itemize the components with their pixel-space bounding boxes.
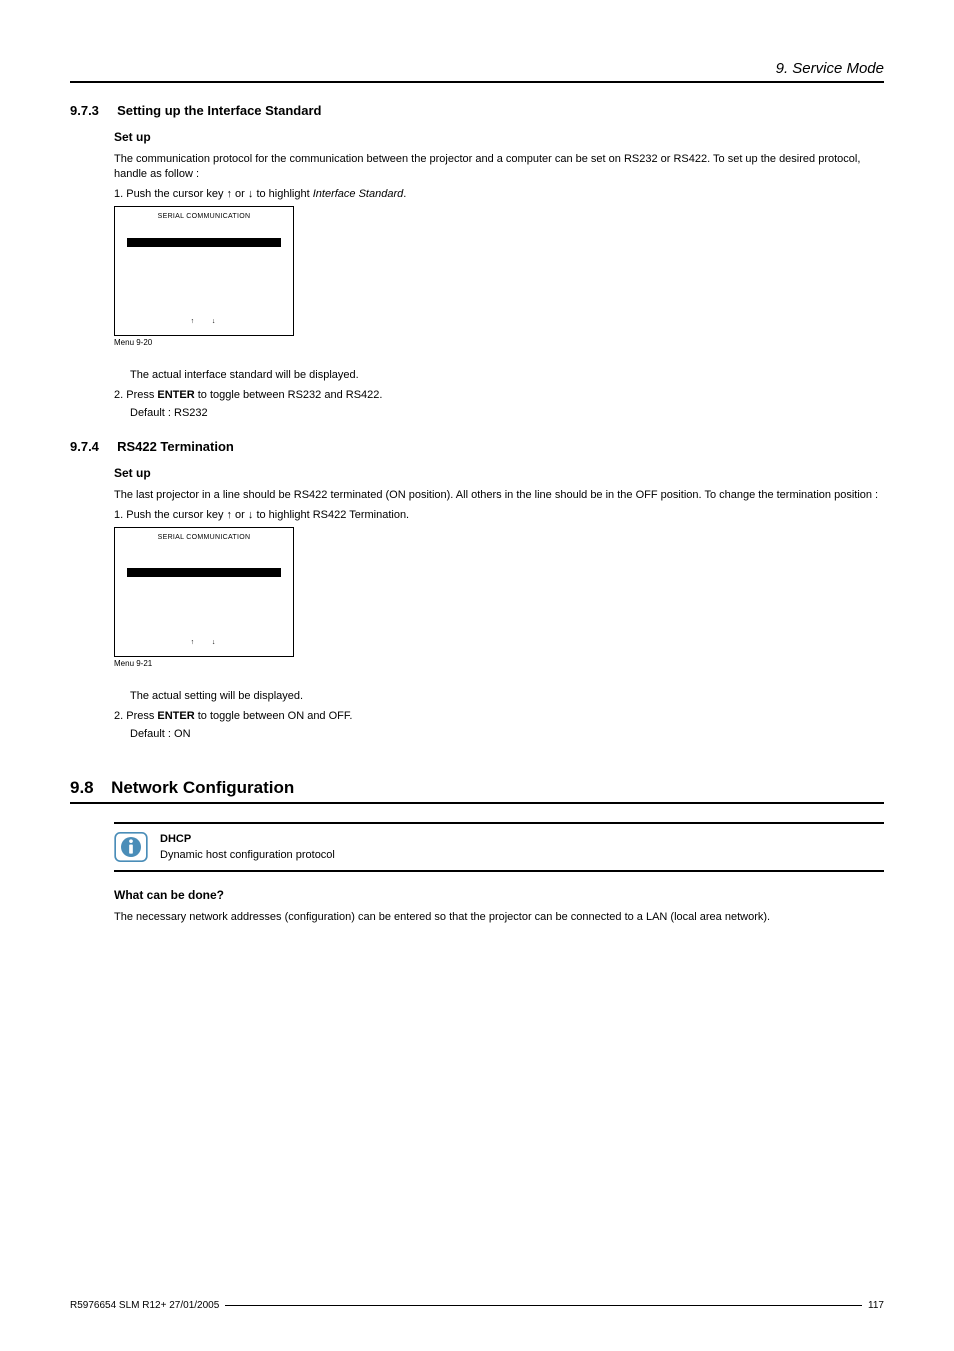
paragraph: The necessary network addresses (configu… (114, 910, 884, 925)
step-suffix: . (403, 188, 406, 200)
step-text: 2. Press (114, 389, 157, 401)
menu-highlight (127, 238, 281, 247)
step-result: The actual setting will be displayed. (130, 690, 884, 702)
info-body: Dynamic host configuration protocol (160, 849, 335, 861)
default-value: Default : RS232 (130, 407, 884, 419)
info-title: DHCP (160, 833, 335, 845)
section-num: 9.7.3 (70, 103, 114, 118)
step-1: 1. Push the cursor key ↑ or ↓ to highlig… (114, 509, 884, 521)
chapter-header: 9. Service Mode (70, 60, 884, 83)
section-num: 9.8 (70, 778, 108, 798)
menu-arrows: ↑ ↓ (115, 318, 293, 327)
step-text: 2. Press (114, 710, 157, 722)
step-text: 1. Push the cursor key ↑ or ↓ to highlig… (114, 188, 313, 200)
step-bold: ENTER (157, 389, 194, 401)
paragraph: The last projector in a line should be R… (114, 488, 884, 503)
menu-box-9-21: SERIAL COMMUNICATION BAUDRATE INTERFACE … (114, 527, 294, 657)
step-2: 2. Press ENTER to toggle between ON and … (114, 710, 884, 722)
step-em: Interface Standard (313, 188, 404, 200)
menu-highlight (127, 568, 281, 577)
footer-page-number: 117 (868, 1300, 884, 1311)
info-text: DHCP Dynamic host configuration protocol (160, 833, 335, 861)
menu-arrows: ↑ ↓ (115, 639, 293, 648)
step-2: 2. Press ENTER to toggle between RS232 a… (114, 389, 884, 401)
menu-caption: Menu 9-21 (114, 659, 884, 668)
setup-subhead: Set up (114, 466, 884, 480)
section-9-7-3-heading: 9.7.3 Setting up the Interface Standard (70, 103, 884, 118)
footer-rule (225, 1305, 862, 1306)
menu-title: SERIAL COMMUNICATION (119, 534, 289, 543)
step-suffix: to toggle between ON and OFF. (195, 710, 353, 722)
step-bold: ENTER (157, 710, 194, 722)
menu-title: SERIAL COMMUNICATION (119, 213, 289, 222)
setup-subhead: Set up (114, 130, 884, 144)
default-value: Default : ON (130, 728, 884, 740)
paragraph: The communication protocol for the commu… (114, 152, 884, 182)
what-can-be-done-subhead: What can be done? (114, 888, 884, 902)
menu-box-9-20: SERIAL COMMUNICATION BAUDRATE RS422 TERM… (114, 206, 294, 336)
step-suffix: to toggle between RS232 and RS422. (195, 389, 383, 401)
info-callout: DHCP Dynamic host configuration protocol (114, 822, 884, 872)
step-result: The actual interface standard will be di… (130, 369, 884, 381)
section-9-8-heading: 9.8 Network Configuration (70, 778, 884, 804)
footer-left: R5976654 SLM R12+ 27/01/2005 (70, 1300, 219, 1311)
page-footer: R5976654 SLM R12+ 27/01/2005 117 (70, 1300, 884, 1311)
section-title: Setting up the Interface Standard (117, 103, 321, 118)
step-1: 1. Push the cursor key ↑ or ↓ to highlig… (114, 188, 884, 200)
section-title: RS422 Termination (117, 439, 234, 454)
info-icon (114, 832, 148, 862)
section-title: Network Configuration (111, 778, 294, 797)
section-num: 9.7.4 (70, 439, 114, 454)
section-9-7-4-heading: 9.7.4 RS422 Termination (70, 439, 884, 454)
menu-caption: Menu 9-20 (114, 338, 884, 347)
